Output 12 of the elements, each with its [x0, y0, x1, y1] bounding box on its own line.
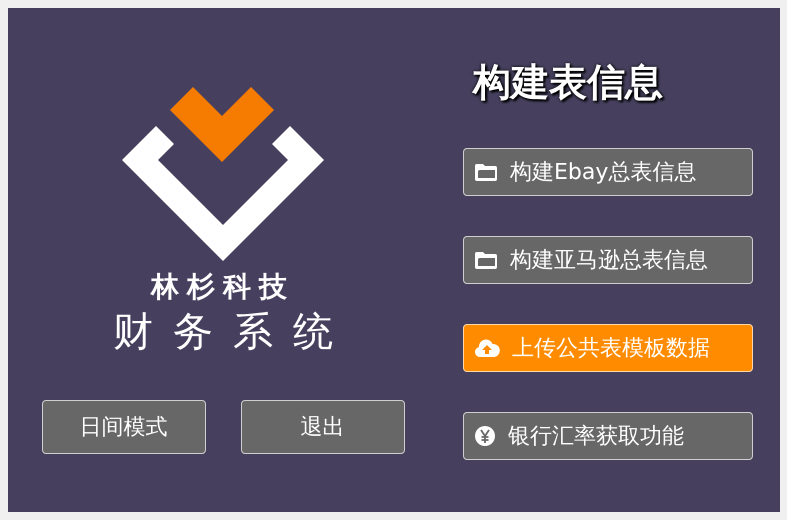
section-title: 构建表信息	[473, 59, 663, 106]
folder-icon	[474, 162, 498, 182]
mode-button[interactable]: 日间模式	[42, 400, 206, 454]
yen-icon	[474, 425, 496, 447]
folder-icon	[474, 250, 498, 270]
action-button[interactable]: 构建Ebay总表信息	[463, 148, 753, 196]
product-name: 财务系统	[112, 308, 353, 356]
action-button[interactable]: 构建亚马逊总表信息	[463, 236, 753, 284]
company-name: 林杉科技	[151, 270, 295, 304]
action-button[interactable]: 银行汇率获取功能	[463, 412, 753, 460]
cloud-upload-icon	[474, 337, 500, 359]
mode-button[interactable]: 退出	[240, 400, 404, 454]
